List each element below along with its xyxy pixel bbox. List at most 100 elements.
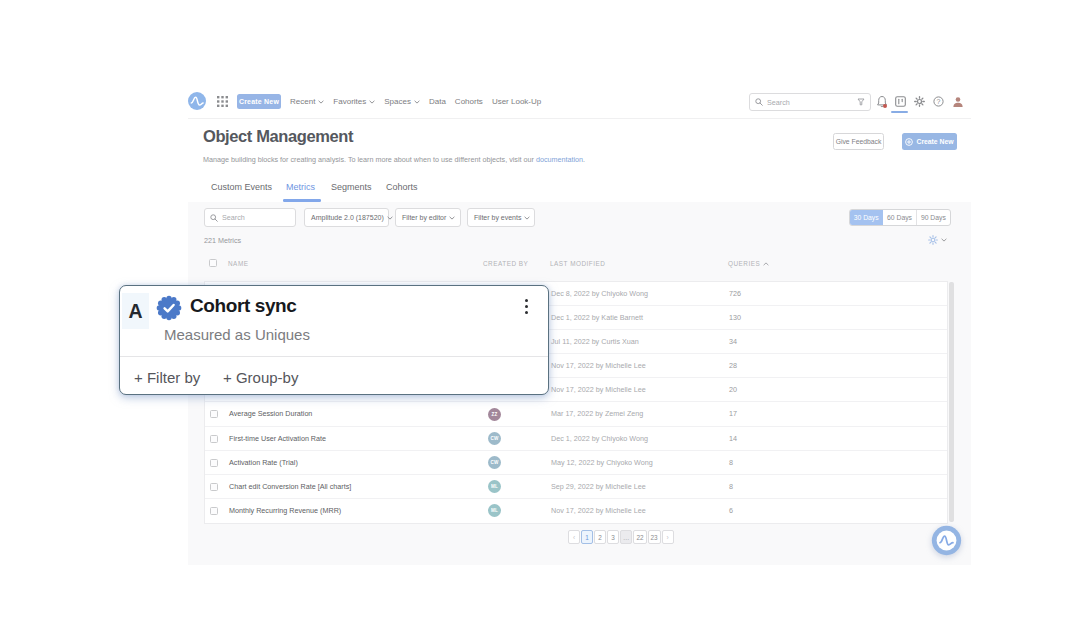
prev-button[interactable]: ‹: [568, 530, 580, 544]
page-button-3[interactable]: 3: [607, 530, 619, 544]
amplitude-logo-icon[interactable]: [188, 92, 206, 110]
apps-grid-icon[interactable]: [217, 96, 228, 107]
table-scrollbar[interactable]: [949, 282, 954, 522]
column-header-created-by[interactable]: CREATED BY: [483, 260, 528, 267]
nav-search-placeholder: Search: [767, 98, 853, 107]
row-queries: 726: [729, 282, 741, 306]
chevron-down-icon: [318, 100, 324, 104]
tab-segments[interactable]: Segments: [331, 182, 372, 192]
page-button-22[interactable]: 22: [633, 530, 646, 544]
table-search-placeholder: Search: [222, 213, 245, 222]
settings-gear-icon[interactable]: [913, 95, 926, 108]
row-last-modified: Dec 1, 2022 by Katie Barnett: [551, 306, 643, 330]
row-queries: 17: [729, 402, 737, 426]
row-last-modified: Nov 17, 2022 by Michelle Lee: [551, 499, 646, 523]
nav-menu: Recent Favorites Spaces Data Cohorts User Loo…: [290, 84, 541, 119]
chevron-down-icon: [524, 216, 530, 220]
nav-item-favorites[interactable]: Favorites: [333, 97, 375, 106]
documentation-link[interactable]: documentation: [536, 155, 583, 164]
filter-by-events-dropdown[interactable]: Filter by events: [467, 208, 535, 227]
spaces-board-icon[interactable]: [894, 95, 907, 108]
tab-metrics[interactable]: Metrics: [286, 182, 315, 192]
row-last-modified: Dec 1, 2022 by Chiyoko Wong: [551, 427, 648, 451]
row-last-modified: Mar 17, 2022 by Zemei Zeng: [551, 402, 643, 426]
row-last-modified: Dec 8, 2022 by Chiyoko Wong: [551, 282, 648, 306]
column-header-name[interactable]: NAME: [228, 260, 248, 267]
page-subtitle: Manage building blocks for creating anal…: [203, 155, 585, 164]
project-selector-dropdown[interactable]: Amplitude 2.0 (187520): [304, 208, 389, 227]
range-60-days[interactable]: 60 Days: [883, 210, 916, 225]
row-queries: 6: [729, 499, 733, 523]
chevron-down-icon: [941, 238, 947, 242]
popup-title: Cohort sync: [190, 295, 296, 317]
row-queries: 34: [729, 330, 737, 354]
table-row[interactable]: First-time User Activation Rate CW Dec 1, …: [205, 427, 947, 451]
page-title: Object Management: [203, 127, 353, 146]
table-row[interactable]: Activation Rate (Trial)CWMay 12, 2022 by…: [205, 451, 947, 475]
column-header-queries[interactable]: QUERIES: [728, 260, 769, 267]
filter-by-button[interactable]: + Filter by: [134, 369, 200, 386]
row-queries: 20: [729, 378, 737, 402]
pagination: ‹123…2223›: [568, 530, 674, 544]
nav-item-data[interactable]: Data: [429, 97, 446, 106]
plus-circle-icon: [905, 138, 913, 146]
group-by-button[interactable]: + Group-by: [223, 369, 298, 386]
row-name: Average Session Duration: [229, 402, 312, 426]
creator-avatar: CW: [488, 432, 501, 445]
nav-item-cohorts[interactable]: Cohorts: [455, 97, 483, 106]
tab-custom-events[interactable]: Custom Events: [211, 182, 272, 192]
row-last-modified: Nov 17, 2022 by Michelle Lee: [551, 378, 646, 402]
create-new-button[interactable]: Create New: [902, 133, 957, 150]
select-all-checkbox[interactable]: [209, 259, 217, 267]
row-last-modified: Jul 11, 2022 by Curtis Xuan: [551, 330, 639, 354]
svg-text:?: ?: [937, 98, 941, 105]
amplitude-fab-button[interactable]: [931, 525, 962, 556]
next-button[interactable]: ›: [662, 530, 674, 544]
tab-cohorts[interactable]: Cohorts: [386, 182, 418, 192]
help-icon[interactable]: ?: [932, 95, 945, 108]
user-avatar-icon[interactable]: [951, 95, 964, 108]
metrics-count: 221 Metrics: [204, 236, 241, 245]
nav-item-user-look-up[interactable]: User Look-Up: [492, 97, 541, 106]
creator-avatar: ML: [488, 480, 501, 493]
spreadsheet-cell-a: A: [122, 293, 149, 329]
range-30-days[interactable]: 30 Days: [850, 210, 883, 225]
top-nav: Create New Recent Favorites Spaces Data Coho…: [188, 84, 971, 119]
nav-search-input[interactable]: Search: [749, 93, 871, 111]
creator-avatar: ZZ: [488, 408, 501, 421]
table-row[interactable]: Chart edit Conversion Rate [All charts] M…: [205, 475, 947, 499]
row-checkbox[interactable]: [210, 459, 218, 467]
row-checkbox[interactable]: [210, 483, 218, 491]
row-name: Activation Rate (Trial): [229, 451, 298, 475]
page-button-2[interactable]: 2: [594, 530, 606, 544]
row-queries: 28: [729, 354, 737, 378]
give-feedback-button[interactable]: Give Feedback: [833, 133, 884, 150]
row-name: Chart edit Conversion Rate [All charts]: [229, 475, 351, 499]
row-checkbox[interactable]: [210, 410, 218, 418]
table-settings[interactable]: [928, 235, 947, 245]
chevron-down-icon: [414, 100, 420, 104]
search-icon: [755, 98, 763, 106]
column-header-last-modified[interactable]: LAST MODIFIED: [550, 260, 605, 267]
metric-popup-card: A Cohort sync Measured as Uniques + Filt…: [119, 285, 549, 395]
nav-item-spaces[interactable]: Spaces: [384, 97, 420, 106]
chevron-down-icon: [449, 216, 455, 220]
table-search-input[interactable]: Search: [204, 208, 296, 227]
chevron-down-icon: [369, 100, 375, 104]
nav-create-new-button[interactable]: Create New: [237, 94, 281, 109]
filter-by-editor-dropdown[interactable]: Filter by editor: [395, 208, 461, 227]
ellipsis-button[interactable]: …: [620, 530, 632, 544]
range-90-days[interactable]: 90 Days: [917, 210, 950, 225]
page-button-1[interactable]: 1: [581, 530, 593, 544]
day-range-toggle: 30 Days60 Days90 Days: [849, 209, 951, 226]
table-row[interactable]: Monthly Recurring Revenue (MRR)MLNov 17,…: [205, 499, 947, 523]
filter-funnel-icon[interactable]: [857, 98, 865, 106]
nav-item-recent[interactable]: Recent: [290, 97, 324, 106]
row-checkbox[interactable]: [210, 507, 218, 515]
more-options-kebab-icon[interactable]: [525, 299, 528, 314]
row-checkbox[interactable]: [210, 435, 218, 443]
row-name: First-time User Activation Rate: [229, 427, 326, 451]
table-row[interactable]: Average Session Duration ZZ Mar 17, 2022 b…: [205, 402, 947, 426]
row-last-modified: May 12, 2022 by Chiyoko Wong: [551, 451, 653, 475]
page-button-23[interactable]: 23: [648, 530, 661, 544]
